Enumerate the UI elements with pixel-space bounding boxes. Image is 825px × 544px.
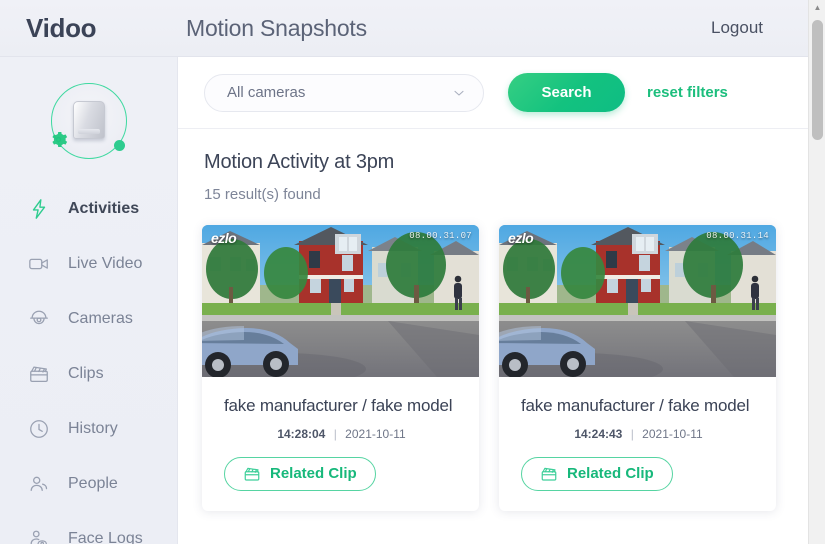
- scrollbar-thumb[interactable]: [812, 20, 823, 140]
- bolt-icon: [27, 197, 51, 221]
- street-scene-image: [499, 225, 776, 377]
- sidebar-item-face-logs[interactable]: Face Logs: [0, 511, 177, 544]
- sidebar: Activities Live Video Cameras Clips Hist…: [0, 57, 178, 544]
- ezlo-watermark: ezlo: [508, 230, 534, 246]
- sidebar-item-label: Cameras: [68, 309, 133, 327]
- related-clip-button[interactable]: Related Clip: [521, 456, 673, 491]
- snapshot-card-meta: 14:24:43 | 2021-10-11: [521, 427, 756, 441]
- meta-separator: |: [630, 426, 634, 441]
- camera-select[interactable]: All cameras: [204, 73, 484, 112]
- gear-icon: [49, 130, 68, 149]
- snapshot-thumbnail[interactable]: ezlo 08.00.31.14: [499, 225, 776, 377]
- clapperboard-icon: [540, 465, 558, 483]
- page-scrollbar[interactable]: ▲: [808, 0, 825, 544]
- snapshot-card-list: ezlo 08.00.31.07 fake manufacturer / fak…: [178, 203, 808, 511]
- related-clip-button[interactable]: Related Clip: [224, 456, 376, 491]
- sidebar-item-history[interactable]: History: [0, 401, 177, 456]
- status-dot-online: [113, 140, 125, 151]
- dome-camera-icon: [27, 307, 51, 331]
- sidebar-item-label: Live Video: [68, 254, 143, 272]
- camera-select-value: All cameras: [227, 84, 306, 101]
- scroll-up-arrow-icon[interactable]: ▲: [809, 3, 825, 13]
- app-root: Vidoo Motion Snapshots Logout Activities…: [0, 0, 825, 544]
- main-content: All cameras Search reset filters Motion …: [178, 57, 808, 544]
- snapshot-time: 14:28:04: [277, 426, 326, 441]
- sidebar-item-label: Face Logs: [68, 529, 143, 544]
- sidebar-item-live-video[interactable]: Live Video: [0, 236, 177, 291]
- chevron-down-icon: [451, 85, 467, 101]
- related-clip-label: Related Clip: [567, 465, 654, 483]
- sidebar-item-activities[interactable]: Activities: [0, 181, 177, 236]
- snapshot-card-meta: 14:28:04 | 2021-10-11: [224, 427, 459, 441]
- clock-icon: [27, 417, 51, 441]
- meta-separator: |: [333, 426, 337, 441]
- snapshot-date: 2021-10-11: [642, 426, 703, 441]
- video-camera-icon: [27, 252, 51, 276]
- logout-button[interactable]: Logout: [711, 18, 763, 38]
- sidebar-item-clips[interactable]: Clips: [0, 346, 177, 401]
- overlay-timestamp: 08.00.31.07: [409, 231, 472, 241]
- snapshot-card-body: fake manufacturer / fake model 14:24:43 …: [499, 377, 776, 511]
- page-title: Motion Snapshots: [186, 14, 367, 41]
- snapshot-card-title: fake manufacturer / fake model: [521, 396, 750, 415]
- snapshot-time: 14:24:43: [574, 426, 623, 441]
- snapshot-card-body: fake manufacturer / fake model 14:28:04 …: [202, 377, 479, 511]
- sidebar-item-cameras[interactable]: Cameras: [0, 291, 177, 346]
- face-recognition-icon: [27, 527, 51, 544]
- overlay-timestamp: 08.00.31.14: [706, 231, 769, 241]
- sidebar-nav: Activities Live Video Cameras Clips Hist…: [0, 177, 177, 544]
- snapshot-thumbnail[interactable]: ezlo 08.00.31.07: [202, 225, 479, 377]
- sidebar-item-label: Activities: [68, 199, 140, 217]
- ezlo-watermark: ezlo: [211, 230, 237, 246]
- clapperboard-icon: [243, 465, 261, 483]
- snapshot-card[interactable]: ezlo 08.00.31.14 fake manufacturer / fak…: [499, 225, 776, 511]
- device-avatar[interactable]: [49, 83, 127, 159]
- results-count: 15 result(s) found: [204, 186, 321, 203]
- search-button[interactable]: Search: [508, 73, 625, 112]
- sidebar-item-label: History: [68, 419, 118, 437]
- filter-bar: All cameras Search reset filters: [178, 57, 808, 129]
- device-icon: [72, 101, 105, 139]
- sidebar-item-label: Clips: [68, 364, 104, 382]
- sidebar-item-people[interactable]: People: [0, 456, 177, 511]
- street-scene-image: [202, 225, 479, 377]
- app-header: Vidoo Motion Snapshots Logout: [0, 0, 808, 57]
- related-clip-label: Related Clip: [270, 465, 357, 483]
- clapperboard-icon: [27, 362, 51, 386]
- snapshot-date: 2021-10-11: [345, 426, 406, 441]
- sidebar-item-label: People: [68, 474, 118, 492]
- people-icon: [27, 472, 51, 496]
- snapshot-card[interactable]: ezlo 08.00.31.07 fake manufacturer / fak…: [202, 225, 479, 511]
- snapshot-card-title: fake manufacturer / fake model: [224, 396, 453, 415]
- results-title: Motion Activity at 3pm: [204, 151, 395, 173]
- reset-filters-link[interactable]: reset filters: [647, 84, 728, 101]
- results-header: Motion Activity at 3pm 15 result(s) foun…: [178, 129, 808, 203]
- brand-logo: Vidoo: [26, 12, 97, 43]
